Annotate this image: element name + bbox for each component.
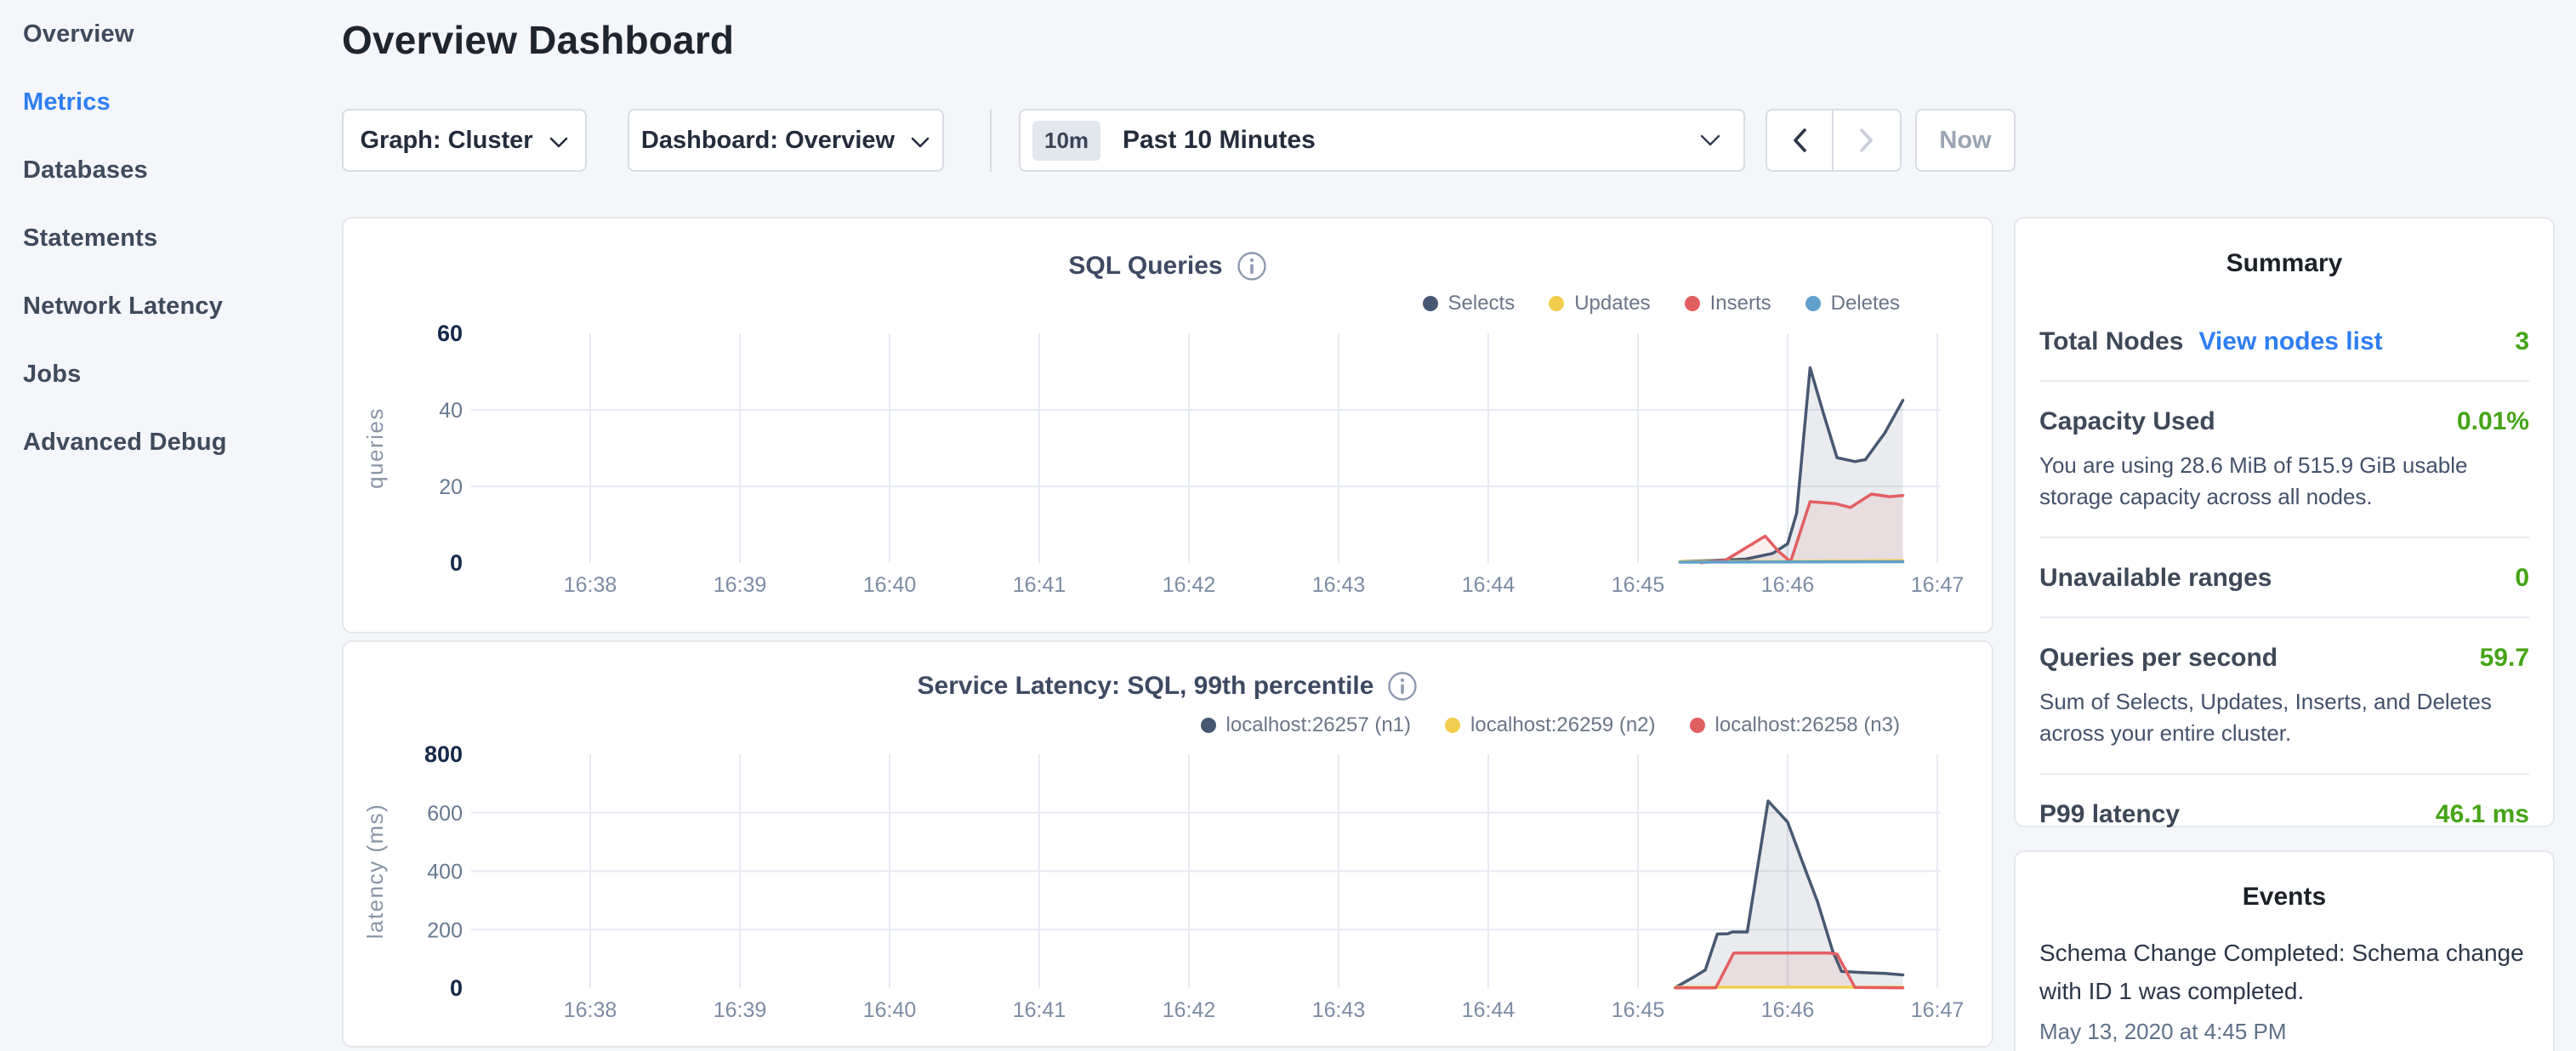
sidebar-item-network-latency[interactable]: Network Latency <box>0 272 342 340</box>
svg-text:400: 400 <box>427 861 463 884</box>
sql-queries-plot[interactable]: 0 20 40 60 16:38 16:39 16:40 16:41 16:42 16:43 16:… <box>344 219 1995 635</box>
sidebar-item-overview[interactable]: Overview <box>0 0 342 68</box>
event-timestamp: May 13, 2020 at 4:45 PM <box>2039 1019 2529 1045</box>
svg-text:40: 40 <box>439 399 463 423</box>
service-latency-chart-panel: Service Latency: SQL, 99th percentile lo… <box>342 640 1993 1048</box>
service-latency-plot[interactable]: 0 200 400 600 800 16:38 16:39 16:40 16:41 16:42 16… <box>344 642 1995 1049</box>
svg-text:20: 20 <box>439 475 463 499</box>
events-panel: Events Schema Change Completed: Schema c… <box>2014 850 2555 1051</box>
summary-row-capacity: Capacity Used 0.01% You are using 28.6 M… <box>2039 382 2529 538</box>
dashboard-selector-dropdown[interactable]: Dashboard: Overview <box>628 109 944 172</box>
chevron-down-icon <box>549 136 569 149</box>
sidebar-item-jobs[interactable]: Jobs <box>0 340 342 408</box>
sidebar-item-metrics[interactable]: Metrics <box>0 68 342 136</box>
summary-row-unavailable-ranges: Unavailable ranges 0 <box>2039 538 2529 618</box>
svg-text:800: 800 <box>424 741 463 767</box>
capacity-used-description: You are using 28.6 MiB of 515.9 GiB usab… <box>2039 450 2529 513</box>
capacity-used-label: Capacity Used <box>2039 407 2215 436</box>
graph-selector-dropdown[interactable]: Graph: Cluster <box>342 109 587 172</box>
total-nodes-value: 3 <box>2515 327 2529 356</box>
svg-text:16:43: 16:43 <box>1312 998 1366 1022</box>
svg-text:16:42: 16:42 <box>1163 998 1216 1022</box>
chevron-right-icon <box>1859 128 1874 153</box>
dashboard-selector-label: Dashboard: Overview <box>641 127 895 155</box>
svg-text:16:46: 16:46 <box>1761 998 1815 1022</box>
svg-text:16:41: 16:41 <box>1013 998 1066 1022</box>
svg-text:16:45: 16:45 <box>1612 573 1665 597</box>
summary-panel: Summary Total Nodes View nodes list 3 Ca… <box>2014 217 2555 827</box>
event-message: Schema Change Completed: Schema change w… <box>2039 934 2529 1010</box>
qps-label: Queries per second <box>2039 644 2277 673</box>
p99-latency-value: 46.1 ms <box>2436 800 2529 829</box>
svg-text:16:41: 16:41 <box>1013 573 1066 597</box>
svg-text:16:42: 16:42 <box>1163 573 1216 597</box>
total-nodes-label: Total Nodes <box>2039 327 2183 356</box>
svg-text:16:39: 16:39 <box>714 573 767 597</box>
svg-text:16:45: 16:45 <box>1612 998 1665 1022</box>
svg-text:16:38: 16:38 <box>564 573 617 597</box>
view-nodes-list-link[interactable]: View nodes list <box>2198 327 2382 356</box>
qps-description: Sum of Selects, Updates, Inserts, and De… <box>2039 686 2529 749</box>
qps-value: 59.7 <box>2480 644 2529 673</box>
summary-row-p99: P99 latency 46.1 ms <box>2039 775 2529 853</box>
chevron-down-icon <box>1699 134 1721 147</box>
chevron-down-icon <box>910 136 930 149</box>
capacity-used-value: 0.01% <box>2457 407 2529 436</box>
svg-text:16:46: 16:46 <box>1761 573 1815 597</box>
svg-text:16:44: 16:44 <box>1462 998 1515 1022</box>
unavailable-ranges-value: 0 <box>2515 564 2529 593</box>
sidebar: Overview Metrics Databases Statements Ne… <box>0 0 342 1051</box>
summary-row-qps: Queries per second 59.7 Sum of Selects, … <box>2039 618 2529 775</box>
sidebar-item-databases[interactable]: Databases <box>0 136 342 204</box>
page-title: Overview Dashboard <box>342 17 734 63</box>
time-window-badge: 10m <box>1032 121 1100 161</box>
time-window-label: Past 10 Minutes <box>1123 126 1699 155</box>
svg-text:16:43: 16:43 <box>1312 573 1366 597</box>
sidebar-item-statements[interactable]: Statements <box>0 204 342 272</box>
time-step-buttons <box>1766 109 1902 172</box>
summary-row-total-nodes: Total Nodes View nodes list 3 <box>2039 302 2529 382</box>
events-title: Events <box>2016 852 2553 912</box>
chevron-left-icon <box>1792 128 1807 153</box>
svg-text:16:47: 16:47 <box>1911 998 1965 1022</box>
p99-latency-label: P99 latency <box>2039 800 2180 829</box>
svg-text:queries: queries <box>362 407 388 489</box>
svg-text:16:39: 16:39 <box>714 998 767 1022</box>
time-step-back-button[interactable] <box>1766 109 1834 172</box>
svg-text:0: 0 <box>450 550 463 576</box>
sql-queries-chart-panel: SQL Queries SelectsUpdatesInsertsDeletes… <box>342 217 1993 633</box>
toolbar-divider <box>990 109 992 172</box>
svg-text:16:40: 16:40 <box>863 998 917 1022</box>
sidebar-item-advanced-debug[interactable]: Advanced Debug <box>0 408 342 476</box>
now-button[interactable]: Now <box>1915 109 2016 172</box>
time-range-dropdown[interactable]: 10m Past 10 Minutes <box>1019 109 1745 172</box>
svg-text:60: 60 <box>437 321 463 346</box>
svg-text:16:44: 16:44 <box>1462 573 1515 597</box>
svg-text:0: 0 <box>450 975 463 1001</box>
svg-text:16:38: 16:38 <box>564 998 617 1022</box>
summary-title: Summary <box>2016 219 2553 278</box>
graph-selector-label: Graph: Cluster <box>360 127 532 155</box>
svg-text:200: 200 <box>427 918 463 942</box>
time-step-forward-button[interactable] <box>1834 109 1902 172</box>
toolbar: Graph: Cluster Dashboard: Overview 10m P… <box>342 109 2043 172</box>
svg-text:latency (ms): latency (ms) <box>362 804 388 940</box>
svg-text:16:40: 16:40 <box>863 573 917 597</box>
event-list-item[interactable]: Schema Change Completed: Schema change w… <box>2016 912 2553 1045</box>
unavailable-ranges-label: Unavailable ranges <box>2039 564 2272 593</box>
svg-text:16:47: 16:47 <box>1911 573 1965 597</box>
svg-text:600: 600 <box>427 802 463 826</box>
